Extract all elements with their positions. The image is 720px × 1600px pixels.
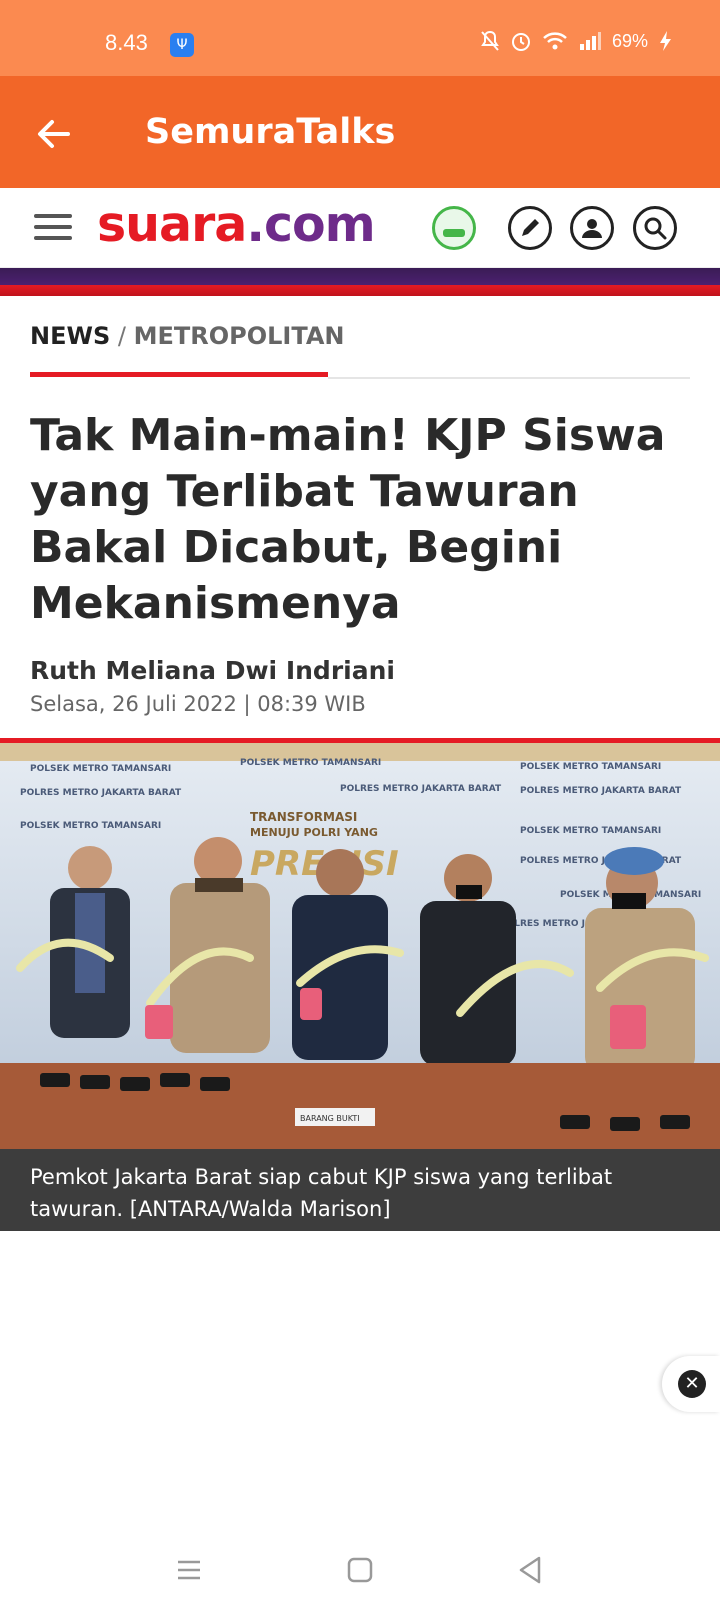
close-ad-button[interactable]: ✕ <box>662 1356 720 1412</box>
verified-badge-icon <box>432 206 476 250</box>
article-date: Selasa, 26 Juli 2022 | 08:39 WIB <box>30 692 366 716</box>
backdrop-text: POLSEK METRO TAMANSARI <box>20 821 161 831</box>
write-button[interactable] <box>508 206 552 250</box>
breadcrumb: NEWS / METROPOLITAN <box>30 322 345 350</box>
mute-icon <box>481 30 499 51</box>
close-icon: ✕ <box>678 1370 706 1398</box>
article-headline: Tak Main-main! KJP Siswa yang Terlibat T… <box>30 410 666 629</box>
signal-icon <box>579 32 601 50</box>
arrow-left-icon <box>38 120 70 148</box>
site-header: suara.com <box>0 188 720 268</box>
backdrop-slogan: MENUJU POLRI YANG <box>250 826 378 839</box>
back-button[interactable] <box>32 112 76 156</box>
usb-icon: Ψ <box>170 33 194 57</box>
breadcrumb-category[interactable]: METROPOLITAN <box>134 322 345 350</box>
article-photo[interactable]: POLSEK METRO TAMANSARI POLSEK METRO TAMA… <box>0 743 720 1149</box>
home-icon <box>347 1557 373 1583</box>
recents-icon <box>178 1560 200 1580</box>
status-icons: 69% <box>480 30 672 52</box>
app-bar: SemuraTalks <box>0 76 720 188</box>
article-author[interactable]: Ruth Meliana Dwi Indriani <box>30 656 395 685</box>
battery-level: 69% <box>611 30 648 51</box>
home-button[interactable] <box>342 1552 378 1588</box>
wifi-icon <box>543 32 567 50</box>
breadcrumb-section[interactable]: NEWS <box>30 322 110 350</box>
banner-strip <box>0 268 720 296</box>
backdrop-text: POLSEK METRO TAMANSARI <box>30 764 171 774</box>
site-logo[interactable]: suara.com <box>97 196 376 253</box>
photo-caption: Pemkot Jakarta Barat siap cabut KJP sisw… <box>0 1149 720 1231</box>
logo-text-domain: .com <box>246 196 375 253</box>
back-icon <box>519 1556 541 1584</box>
table-label: BARANG BUKTI <box>300 1114 360 1123</box>
press-conference-image: POLSEK METRO TAMANSARI POLSEK METRO TAMA… <box>0 743 720 1149</box>
back-nav-button[interactable] <box>512 1552 548 1588</box>
status-time: 8.43 <box>105 30 148 55</box>
divider <box>328 377 690 379</box>
backdrop-slogan: TRANSFORMASI <box>250 810 357 824</box>
search-button[interactable] <box>633 206 677 250</box>
breadcrumb-underline <box>30 372 328 377</box>
breadcrumb-separator: / <box>110 322 134 350</box>
backdrop-text: POLRES METRO JAKARTA BARAT <box>20 788 182 798</box>
recents-button[interactable] <box>170 1552 206 1588</box>
user-icon <box>582 219 602 238</box>
system-nav-bar <box>0 1530 720 1600</box>
account-button[interactable] <box>570 206 614 250</box>
alarm-icon <box>511 33 530 51</box>
logo-text-main: suara <box>97 196 247 253</box>
backdrop-text: POLSEK METRO TAMANSARI <box>520 762 661 772</box>
charging-icon <box>660 31 671 51</box>
backdrop-text: POLSEK METRO TAMANSARI <box>520 826 661 836</box>
search-icon <box>644 217 667 240</box>
backdrop-text: POLRES METRO JAKARTA BARAT <box>340 784 502 794</box>
pencil-icon <box>522 219 539 236</box>
menu-icon[interactable] <box>34 214 72 242</box>
backdrop-text: POLRES METRO JAKARTA BARAT <box>520 786 682 796</box>
backdrop-text: POLSEK METRO TAMANSARI <box>240 758 381 768</box>
status-bar: 8.43 Ψ 69% <box>0 0 720 76</box>
app-title: SemuraTalks <box>145 112 396 152</box>
